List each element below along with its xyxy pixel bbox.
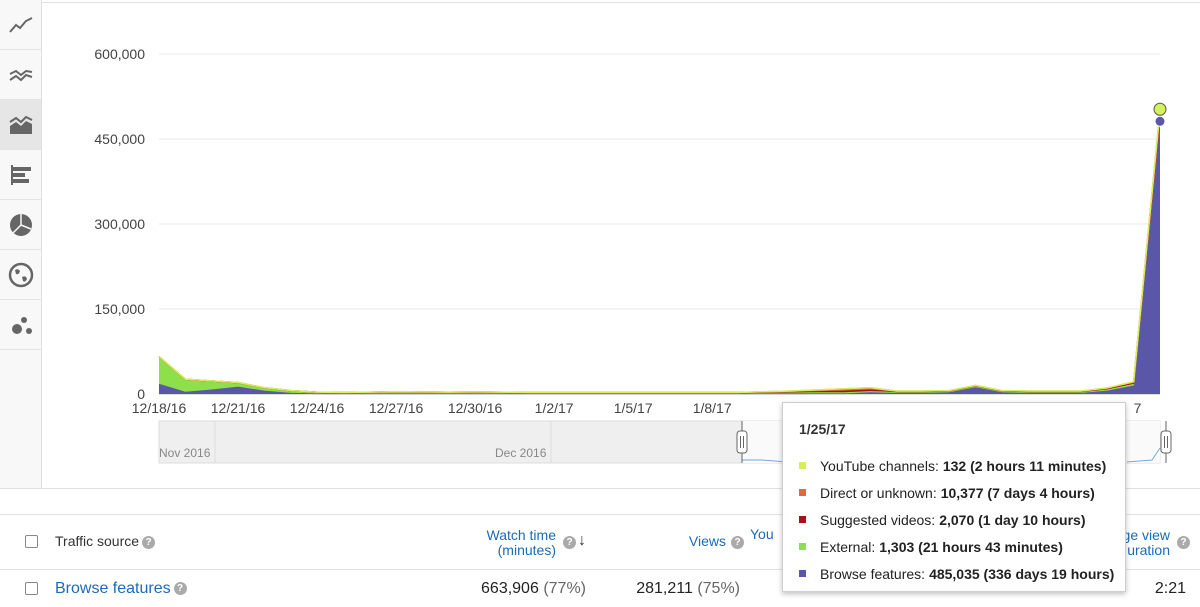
pie-chart-icon <box>9 213 32 236</box>
sort-descending-icon[interactable]: ↓ <box>578 532 586 550</box>
chart-tooltip: 1/25/17 YouTube channels: 132 (2 hours 1… <box>782 402 1126 592</box>
legend-swatch <box>799 489 806 496</box>
help-icon[interactable]: ? <box>563 536 576 549</box>
x-tick-label: 12/21/16 <box>211 400 266 416</box>
bar-chart-button[interactable] <box>0 150 41 200</box>
tooltip-row: YouTube channels: 132 (2 hours 11 minute… <box>799 452 1111 479</box>
x-tick-label: 1/2/17 <box>535 400 574 416</box>
globe-icon <box>8 262 33 287</box>
series-area <box>159 117 1160 393</box>
tooltip-label: External: <box>820 538 876 555</box>
map-chart-button[interactable] <box>0 250 41 300</box>
cell-percent: (77%) <box>543 580 586 597</box>
x-tick-label: 1/8/17 <box>693 400 732 416</box>
header-label: Watch time <box>486 527 557 543</box>
series-area <box>159 119 1160 394</box>
legend-swatch <box>799 516 806 523</box>
watch-time-area-chart: 0150,000300,000450,000600,00012/18/16 12/… <box>94 46 1172 464</box>
pie-chart-button[interactable] <box>0 200 41 250</box>
x-tick-label: 12/27/16 <box>369 400 424 416</box>
series-area <box>159 111 1160 393</box>
navigator-handle <box>1160 430 1172 454</box>
header-label: Traffic source <box>55 533 140 549</box>
y-tick-label: 600,000 <box>94 46 145 62</box>
hover-marker <box>1153 102 1167 116</box>
bubble-chart-icon <box>11 316 32 334</box>
tooltip-value: 2,070 (1 day 10 hours) <box>939 511 1086 528</box>
tooltip-label: YouTube channels: <box>820 457 939 474</box>
series-area <box>159 111 1160 393</box>
tooltip-row: External: 1,303 (21 hours 43 minutes) <box>799 533 1111 560</box>
tooltip-label: Direct or unknown: <box>820 484 937 501</box>
help-icon[interactable]: ? <box>142 535 156 549</box>
row-checkbox[interactable] <box>25 582 38 595</box>
y-tick-label: 450,000 <box>94 131 145 147</box>
y-tick-label: 150,000 <box>94 301 145 317</box>
legend-swatch <box>799 570 806 577</box>
x-tick-label: 12/24/16 <box>290 400 345 416</box>
header-youtube-partial[interactable]: You <box>750 527 774 542</box>
header-label: ge view <box>1122 527 1170 543</box>
tooltip-row: Browse features: 485,035 (336 days 19 ho… <box>799 560 1115 587</box>
series-line <box>158 111 1161 394</box>
help-icon[interactable]: ? <box>1177 536 1190 549</box>
select-all-checkbox[interactable] <box>25 535 38 548</box>
tooltip-label: Browse features: <box>820 565 926 582</box>
tooltip-label: Suggested videos: <box>820 511 936 528</box>
y-tick-label: 300,000 <box>94 216 145 232</box>
navigator-label: Dec 2016 <box>495 446 547 460</box>
series-line <box>158 118 1161 394</box>
header-label: uration <box>1127 542 1170 558</box>
series-line <box>158 119 1161 395</box>
cell-percent: (75%) <box>697 580 740 597</box>
x-tick-label: 12/30/16 <box>448 400 503 416</box>
x-tick-label: 12/18/16 <box>132 400 187 416</box>
x-tick-label: 7 <box>1134 400 1142 416</box>
cell-views: 281,211 (75%) <box>600 580 740 598</box>
navigator-handle <box>736 430 748 454</box>
tooltip-value: 10,377 (7 days 4 hours) <box>940 484 1095 501</box>
series-line <box>158 117 1161 394</box>
header-views[interactable]: Views <box>660 534 726 549</box>
stacked-area-chart-icon <box>8 115 32 134</box>
tooltip-row: Direct or unknown: 10,377 (7 days 4 hour… <box>799 479 1111 506</box>
cell-value: 663,906 <box>481 580 539 597</box>
multi-line-chart-button[interactable] <box>0 50 41 100</box>
help-icon[interactable]: ? <box>731 536 744 549</box>
header-label: (minutes) <box>497 542 556 558</box>
tooltip-row: Suggested videos: 2,070 (1 day 10 hours) <box>799 506 1111 533</box>
bar-chart-icon <box>10 164 31 185</box>
line-chart-icon <box>8 16 32 33</box>
x-tick-label: 1/5/17 <box>614 400 653 416</box>
legend-swatch <box>799 543 806 550</box>
line-chart-button[interactable] <box>0 0 41 50</box>
series-area <box>159 118 1160 394</box>
stacked-area-chart-button[interactable] <box>0 100 41 150</box>
hover-marker <box>1154 115 1166 127</box>
cell-watch-time: 663,906 (77%) <box>440 580 586 598</box>
bubble-chart-button[interactable] <box>0 300 41 350</box>
legend-swatch <box>799 462 806 469</box>
series-line <box>158 111 1161 394</box>
chart-type-toolbar <box>0 0 42 488</box>
header-watch-time[interactable]: Watch time (minutes) <box>470 527 557 558</box>
multi-line-chart-icon <box>8 69 32 81</box>
row-source-label: Browse features <box>55 580 171 597</box>
header-traffic-source: Traffic source? <box>55 533 156 549</box>
tooltip-value: 1,303 (21 hours 43 minutes) <box>879 538 1063 555</box>
help-icon[interactable]: ? <box>173 582 187 596</box>
header-label: Views <box>688 533 726 549</box>
tooltip-value: 485,035 (336 days 19 hours) <box>929 565 1115 582</box>
row-source-link[interactable]: Browse features? <box>55 580 187 598</box>
tooltip-date: 1/25/17 <box>799 421 846 437</box>
navigator-label: Nov 2016 <box>159 446 211 460</box>
cell-value: 281,211 <box>636 580 693 597</box>
tooltip-value: 132 (2 hours 11 minutes) <box>942 457 1107 474</box>
